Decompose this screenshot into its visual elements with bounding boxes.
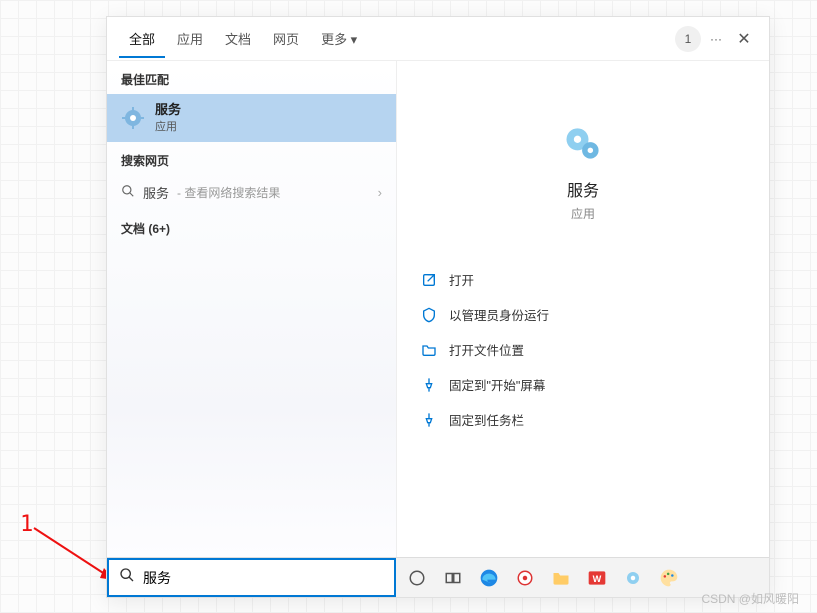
footer: W — [107, 557, 769, 597]
header-badge[interactable]: 1 — [675, 26, 701, 52]
folder-icon[interactable] — [550, 567, 572, 589]
shield-icon — [421, 307, 437, 323]
open-icon — [421, 272, 437, 288]
close-button[interactable]: ✕ — [731, 26, 757, 52]
cortana-icon[interactable] — [406, 567, 428, 589]
search-box[interactable] — [107, 558, 396, 597]
search-icon — [121, 184, 135, 201]
action-open[interactable]: 打开 — [417, 262, 749, 297]
app-large-icon — [561, 121, 605, 165]
web-query: 服务 — [143, 183, 169, 202]
actions-list: 打开 以管理员身份运行 打开文件位置 固定到"开始"屏幕 固定到任务栏 — [397, 262, 769, 437]
search-panel: 全部 应用 文档 网页 更多 ▾ 1 ··· ✕ 最佳匹配 服务 应用 搜索网页 — [106, 16, 770, 598]
action-pin-start[interactable]: 固定到"开始"屏幕 — [417, 367, 749, 402]
web-hint: - 查看网络搜索结果 — [177, 184, 280, 201]
app-subtitle: 应用 — [571, 205, 595, 222]
paint-icon[interactable] — [658, 567, 680, 589]
wps-icon[interactable]: W — [586, 567, 608, 589]
app-title: 服务 — [567, 177, 599, 201]
header: 全部 应用 文档 网页 更多 ▾ 1 ··· ✕ — [107, 17, 769, 61]
chevron-right-icon: › — [378, 185, 382, 200]
tab-all[interactable]: 全部 — [119, 19, 165, 58]
action-label: 固定到"开始"屏幕 — [449, 375, 545, 394]
content: 最佳匹配 服务 应用 搜索网页 服务 - 查看网络搜索结果 › 文档 (6+) — [107, 61, 769, 557]
tab-apps[interactable]: 应用 — [167, 19, 213, 58]
folder-icon — [421, 342, 437, 358]
best-match-label: 最佳匹配 — [107, 61, 396, 94]
svg-text:W: W — [593, 574, 602, 584]
left-column: 最佳匹配 服务 应用 搜索网页 服务 - 查看网络搜索结果 › 文档 (6+) — [107, 61, 397, 557]
gear-icon — [121, 106, 145, 130]
task-view-icon[interactable] — [442, 567, 464, 589]
action-pin-taskbar[interactable]: 固定到任务栏 — [417, 402, 749, 437]
web-section-label: 搜索网页 — [107, 142, 396, 175]
action-label: 以管理员身份运行 — [449, 305, 549, 324]
search-icon — [119, 567, 135, 588]
edge-icon[interactable] — [478, 567, 500, 589]
app2-icon[interactable] — [622, 567, 644, 589]
action-open-location[interactable]: 打开文件位置 — [417, 332, 749, 367]
tab-web[interactable]: 网页 — [263, 19, 309, 58]
app1-icon[interactable] — [514, 567, 536, 589]
pin-icon — [421, 377, 437, 393]
web-search-item[interactable]: 服务 - 查看网络搜索结果 › — [107, 175, 396, 210]
pin-icon — [421, 412, 437, 428]
tab-more[interactable]: 更多 ▾ — [311, 19, 367, 58]
right-column: 服务 应用 打开 以管理员身份运行 打开文件位置 固定到"开始"屏幕 — [397, 61, 769, 557]
action-run-admin[interactable]: 以管理员身份运行 — [417, 297, 749, 332]
action-label: 打开 — [449, 270, 474, 289]
best-match-item[interactable]: 服务 应用 — [107, 94, 396, 142]
action-label: 固定到任务栏 — [449, 410, 524, 429]
best-match-title: 服务 — [155, 102, 181, 118]
watermark: CSDN @如风暖阳 — [701, 590, 799, 607]
search-input[interactable] — [143, 570, 384, 586]
tab-docs[interactable]: 文档 — [215, 19, 261, 58]
best-match-subtitle: 应用 — [155, 118, 181, 134]
header-more[interactable]: ··· — [703, 26, 729, 52]
docs-section-label: 文档 (6+) — [107, 210, 396, 243]
action-label: 打开文件位置 — [449, 340, 524, 359]
